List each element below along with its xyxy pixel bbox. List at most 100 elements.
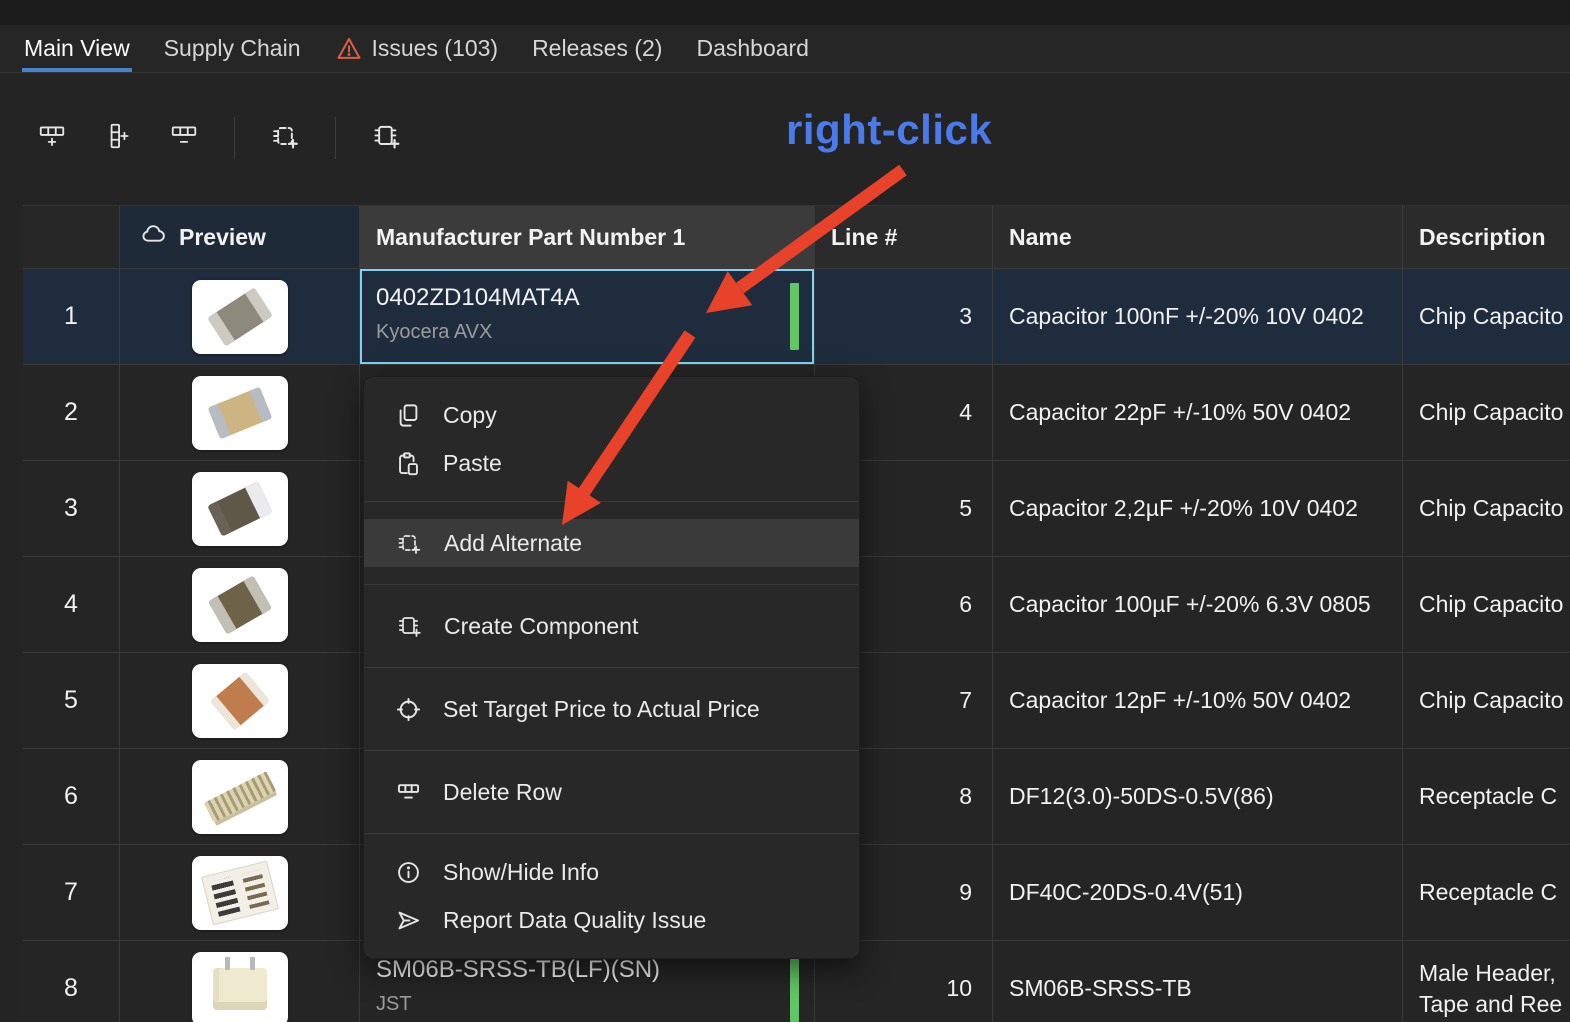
add-column-button[interactable]	[98, 116, 138, 160]
tab-issues[interactable]: Issues (103)	[335, 25, 498, 72]
row-number-cell[interactable]: 8	[23, 941, 120, 1022]
copy-icon	[395, 402, 422, 429]
header-line-label: Line #	[831, 223, 898, 250]
add-alternate-icon	[269, 120, 301, 157]
name-cell[interactable]: DF40C-20DS-0.4V(51)	[993, 845, 1403, 941]
preview-cell[interactable]	[120, 845, 360, 941]
name-cell[interactable]: DF12(3.0)-50DS-0.5V(86)	[993, 749, 1403, 845]
delete-row-button[interactable]	[164, 116, 204, 160]
add-row-icon	[37, 121, 67, 156]
description-cell[interactable]: Receptacle C	[1403, 845, 1570, 941]
part-thumbnail	[191, 951, 288, 1022]
preview-cell[interactable]	[120, 365, 360, 461]
row-number-cell[interactable]: 1	[23, 269, 120, 365]
add-row-button[interactable]	[32, 116, 72, 160]
line-number-cell[interactable]: 3	[815, 269, 993, 365]
app-window: Main View Supply Chain Issues (103) Rele…	[0, 0, 1570, 1022]
description-cell[interactable]: Chip Capacito	[1403, 653, 1570, 749]
name-cell[interactable]: Capacitor 2,2µF +/-20% 10V 0402	[993, 461, 1403, 557]
mpn-cell-selected[interactable]: 0402ZD104MAT4A Kyocera AVX	[360, 269, 815, 365]
menu-item-show-hide-info[interactable]: Show/Hide Info	[364, 848, 859, 896]
row-number-cell[interactable]: 4	[23, 557, 120, 653]
tab-main-view-label: Main View	[24, 35, 130, 61]
part-number: 0402ZD104MAT4A	[376, 284, 580, 311]
add-alternate-button[interactable]	[265, 116, 305, 160]
row-number-cell[interactable]: 3	[23, 461, 120, 557]
description-cell[interactable]: Male Header, Tape and Ree	[1403, 941, 1570, 1022]
menu-item-label: Create Component	[444, 612, 639, 639]
part-number: SM06B-SRSS-TB(LF)(SN)	[376, 956, 661, 983]
row-number-cell[interactable]: 5	[23, 653, 120, 749]
info-icon	[395, 859, 422, 886]
table-header-row: Preview Manufacturer Part Number 1 Line …	[23, 205, 1570, 269]
part-thumbnail	[191, 567, 288, 642]
preview-cell[interactable]	[120, 269, 360, 365]
description-cell[interactable]: Chip Capacito	[1403, 365, 1570, 461]
preview-cell[interactable]	[120, 749, 360, 845]
row-number-cell[interactable]: 2	[23, 365, 120, 461]
preview-cell[interactable]	[120, 941, 360, 1022]
menu-item-label: Copy	[443, 401, 497, 428]
menu-item-set-target-price[interactable]: Set Target Price to Actual Price	[364, 685, 859, 733]
tab-bar: Main View Supply Chain Issues (103) Rele…	[0, 25, 1570, 73]
tab-supply-chain-label: Supply Chain	[163, 35, 301, 61]
part-thumbnail	[191, 471, 288, 546]
tab-releases-label: Releases (2)	[532, 35, 663, 61]
delete-row-icon	[169, 121, 199, 156]
description-cell[interactable]: Chip Capacito	[1403, 461, 1570, 557]
row-number-cell[interactable]: 6	[23, 749, 120, 845]
name-cell[interactable]: Capacitor 100nF +/-20% 10V 0402	[993, 269, 1403, 365]
menu-item-paste[interactable]: Paste	[364, 439, 859, 487]
header-line[interactable]: Line #	[815, 205, 993, 269]
create-component-button[interactable]	[366, 116, 406, 160]
header-preview[interactable]: Preview	[120, 205, 360, 269]
annotation-right-click-label: right-click	[786, 106, 993, 153]
name-cell[interactable]: Capacitor 22pF +/-10% 50V 0402	[993, 365, 1403, 461]
warning-icon	[335, 35, 363, 63]
row-number-cell[interactable]: 7	[23, 845, 120, 941]
part-thumbnail	[191, 855, 288, 930]
tab-dashboard[interactable]: Dashboard	[696, 25, 809, 72]
preview-cell[interactable]	[120, 653, 360, 749]
menu-item-label: Add Alternate	[444, 529, 583, 556]
menu-item-create-component[interactable]: Create Component	[364, 602, 859, 650]
header-description-label: Description	[1419, 223, 1546, 250]
add-alternate-icon	[395, 529, 423, 557]
header-name[interactable]: Name	[993, 205, 1403, 269]
description-cell[interactable]: Receptacle C	[1403, 749, 1570, 845]
menu-item-report-data-quality[interactable]: Report Data Quality Issue	[364, 896, 859, 944]
tab-releases[interactable]: Releases (2)	[532, 25, 662, 72]
cloud-icon	[140, 221, 167, 254]
name-cell[interactable]: Capacitor 12pF +/-10% 50V 0402	[993, 653, 1403, 749]
tab-supply-chain[interactable]: Supply Chain	[164, 25, 301, 72]
name-cell[interactable]: SM06B-SRSS-TB	[993, 941, 1403, 1022]
menu-item-label: Set Target Price to Actual Price	[443, 695, 760, 722]
menu-item-add-alternate[interactable]: Add Alternate	[364, 519, 859, 567]
send-icon	[395, 907, 422, 934]
preview-cell[interactable]	[120, 461, 360, 557]
target-icon	[395, 696, 422, 723]
paste-icon	[395, 450, 422, 477]
create-component-icon	[370, 120, 402, 157]
part-thumbnail	[191, 279, 288, 354]
header-mpn[interactable]: Manufacturer Part Number 1	[360, 205, 815, 269]
menu-item-delete-row[interactable]: Delete Row	[364, 768, 859, 816]
status-bar-green	[790, 955, 799, 1022]
menu-item-copy[interactable]: Copy	[364, 391, 859, 439]
description-cell[interactable]: Chip Capacito	[1403, 269, 1570, 365]
header-corner-cell[interactable]	[23, 205, 120, 269]
name-cell[interactable]: Capacitor 100µF +/-20% 6.3V 0805	[993, 557, 1403, 653]
header-description[interactable]: Description	[1403, 205, 1570, 269]
toolbar-separator	[234, 117, 235, 159]
menu-item-label: Show/Hide Info	[443, 858, 599, 885]
tab-main-view[interactable]: Main View	[22, 25, 132, 72]
header-mpn-label: Manufacturer Part Number 1	[376, 223, 686, 250]
delete-row-icon	[395, 779, 422, 806]
add-column-icon	[103, 121, 133, 156]
preview-cell[interactable]	[120, 557, 360, 653]
description-cell[interactable]: Chip Capacito	[1403, 557, 1570, 653]
part-thumbnail	[191, 663, 288, 738]
menu-item-label: Report Data Quality Issue	[443, 906, 707, 933]
menu-item-label: Paste	[443, 449, 502, 476]
table-row: 1 0402ZD104MAT4A Kyocera AVX 3 Capacitor…	[23, 269, 1570, 365]
